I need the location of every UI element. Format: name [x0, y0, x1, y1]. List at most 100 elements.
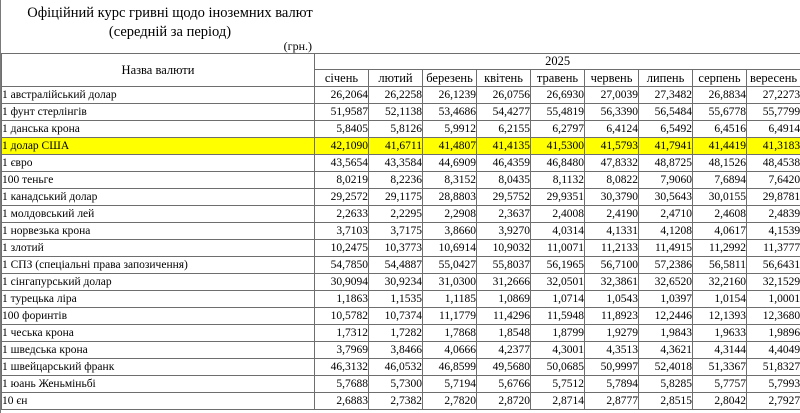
- rate-cell: 57,2386: [639, 257, 693, 274]
- rate-cell: 4,0666: [423, 342, 477, 359]
- rate-cell: 1,7312: [315, 325, 369, 342]
- month-header: серпень: [693, 70, 747, 87]
- rate-cell: 5,8405: [315, 121, 369, 138]
- rate-cell: 2,6883: [315, 393, 369, 410]
- month-header: липень: [639, 70, 693, 87]
- rate-cell: 26,8834: [693, 87, 747, 104]
- table-row: 1 фунт стерлінгів51,958752,113853,468654…: [2, 104, 800, 121]
- rate-cell: 27,0039: [585, 87, 639, 104]
- rate-cell: 50,9997: [585, 359, 639, 376]
- month-header: лютий: [369, 70, 423, 87]
- rate-cell: 26,0756: [477, 87, 531, 104]
- rate-cell: 32,2160: [693, 274, 747, 291]
- rate-cell: 41,3183: [747, 138, 800, 155]
- rate-cell: 5,8285: [639, 376, 693, 393]
- rate-cell: 11,1779: [423, 308, 477, 325]
- rate-cell: 29,9351: [531, 189, 585, 206]
- rate-cell: 10,5782: [315, 308, 369, 325]
- currency-name-cell: 1 СПЗ (спеціальні права запозичення): [2, 257, 315, 274]
- rate-cell: 1,0869: [477, 291, 531, 308]
- rate-cell: 28,8803: [423, 189, 477, 206]
- rate-cell: 4,3621: [639, 342, 693, 359]
- rate-cell: 41,7941: [639, 138, 693, 155]
- rate-cell: 32,6520: [639, 274, 693, 291]
- rate-cell: 11,2992: [693, 240, 747, 257]
- rate-cell: 30,9094: [315, 274, 369, 291]
- rate-cell: 7,6420: [747, 172, 800, 189]
- rate-cell: 1,8548: [477, 325, 531, 342]
- table-row: 1 долар США42,109041,671141,480741,41354…: [2, 138, 800, 155]
- rate-cell: 46,4359: [477, 155, 531, 172]
- rate-cell: 1,0154: [693, 291, 747, 308]
- table-row: 1 канадський долар29,257229,117528,88032…: [2, 189, 800, 206]
- rate-cell: 10,9032: [477, 240, 531, 257]
- rate-cell: 51,8327: [747, 359, 800, 376]
- table-row: 1 данська крона5,84055,81265,99126,21556…: [2, 121, 800, 138]
- rate-cell: 53,4686: [423, 104, 477, 121]
- year-header-row: Назва валюти 2025: [2, 54, 800, 70]
- rate-cell: 11,5948: [531, 308, 585, 325]
- title-block: Офіційний курс гривні щодо іноземних вал…: [1, 0, 339, 42]
- rate-cell: 41,5300: [531, 138, 585, 155]
- rate-cell: 5,9912: [423, 121, 477, 138]
- rate-cell: 3,8660: [423, 223, 477, 240]
- rate-cell: 2,2295: [369, 206, 423, 223]
- month-header: січень: [315, 70, 369, 87]
- rate-cell: 2,7820: [423, 393, 477, 410]
- month-header: квітень: [477, 70, 531, 87]
- column-header-currency-name: Назва валюти: [2, 54, 315, 87]
- rate-cell: 10,3773: [369, 240, 423, 257]
- rate-cell: 6,4516: [693, 121, 747, 138]
- rate-cell: 41,4807: [423, 138, 477, 155]
- rate-cell: 11,8923: [585, 308, 639, 325]
- rate-cell: 5,7894: [585, 376, 639, 393]
- rate-cell: 29,2572: [315, 189, 369, 206]
- rate-cell: 2,4839: [747, 206, 800, 223]
- rate-cell: 1,1185: [423, 291, 477, 308]
- rate-cell: 1,7868: [423, 325, 477, 342]
- currency-name-cell: 1 швейцарський франк: [2, 359, 315, 376]
- table-row: 1 молдовський лей2,26332,22952,29082,363…: [2, 206, 800, 223]
- currency-name-cell: 1 австралійський долар: [2, 87, 315, 104]
- rate-cell: 27,3482: [639, 87, 693, 104]
- currency-name-cell: 1 юань Женьміньбі: [2, 376, 315, 393]
- rate-cell: 4,1539: [747, 223, 800, 240]
- rate-cell: 43,3584: [369, 155, 423, 172]
- rate-cell: 6,2797: [531, 121, 585, 138]
- rate-cell: 30,5643: [639, 189, 693, 206]
- rate-cell: 3,7175: [369, 223, 423, 240]
- rate-cell: 8,2236: [369, 172, 423, 189]
- rate-cell: 11,4915: [639, 240, 693, 257]
- rate-cell: 1,8799: [531, 325, 585, 342]
- rate-cell: 5,7194: [423, 376, 477, 393]
- rate-cell: 8,0435: [477, 172, 531, 189]
- rate-cell: 5,7512: [531, 376, 585, 393]
- rate-cell: 4,2377: [477, 342, 531, 359]
- rate-cell: 47,8332: [585, 155, 639, 172]
- rate-cell: 1,9843: [639, 325, 693, 342]
- rate-cell: 2,8714: [531, 393, 585, 410]
- rate-cell: 6,5492: [639, 121, 693, 138]
- rate-cell: 8,0219: [315, 172, 369, 189]
- rate-cell: 30,3790: [585, 189, 639, 206]
- currency-name-cell: 1 шведська крона: [2, 342, 315, 359]
- rate-cell: 5,7993: [747, 376, 800, 393]
- rate-cell: 55,4819: [531, 104, 585, 121]
- rate-cell: 4,3001: [531, 342, 585, 359]
- currency-name-cell: 1 чеська крона: [2, 325, 315, 342]
- rate-cell: 5,8126: [369, 121, 423, 138]
- rate-cell: 41,6711: [369, 138, 423, 155]
- rate-cell: 2,8042: [693, 393, 747, 410]
- rate-cell: 29,1175: [369, 189, 423, 206]
- rates-table: Назва валюти 2025 січеньлютийберезенькві…: [1, 53, 800, 410]
- table-row: 1 швейцарський франк46,313246,053246,859…: [2, 359, 800, 376]
- rate-cell: 55,6778: [693, 104, 747, 121]
- rate-cell: 56,6431: [747, 257, 800, 274]
- rate-cell: 1,9279: [585, 325, 639, 342]
- currency-name-cell: 1 долар США: [2, 138, 315, 155]
- table-row: 1 злотий10,247510,377310,691410,903211,0…: [2, 240, 800, 257]
- currency-name-cell: 100 теньге: [2, 172, 315, 189]
- rate-cell: 6,4124: [585, 121, 639, 138]
- rate-cell: 41,4419: [693, 138, 747, 155]
- rate-cell: 6,2155: [477, 121, 531, 138]
